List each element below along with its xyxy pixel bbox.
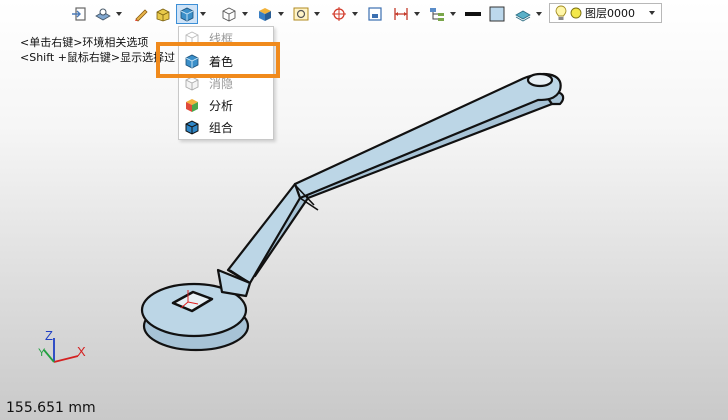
view-orient-group[interactable] [92,4,122,24]
target-group[interactable] [328,4,358,24]
wireframe-cube-icon[interactable] [218,4,240,24]
chevron-down-icon[interactable] [536,12,542,16]
exit-tool-group[interactable] [68,4,90,24]
menu-item-analysis[interactable]: 分析 [179,94,273,116]
pencil-icon[interactable] [130,4,152,24]
layer-name: 图层0000 [585,7,635,20]
lightbulb-icon[interactable] [555,5,567,21]
material-layer-icon[interactable] [512,4,534,24]
color-swatch-tool[interactable] [486,4,508,24]
view-toolbar: 图层0000 [0,0,728,28]
pencil-tool[interactable] [130,4,152,24]
axis-y-label: Y [38,347,46,359]
display-mode-group[interactable] [176,4,206,24]
shaded-edge-tool[interactable] [152,4,174,24]
chevron-down-icon[interactable] [200,12,206,16]
line-style-icon[interactable] [462,4,484,24]
view-cube-icon[interactable] [254,4,276,24]
chevron-down-icon[interactable] [242,12,248,16]
highlight-box [156,42,280,78]
origin-triad [180,290,199,309]
menu-item-combined[interactable]: 组合 [179,116,273,138]
zoom-fit-icon[interactable] [290,4,312,24]
layer-color-dot-icon [570,7,582,19]
color-swatch-icon[interactable] [486,4,508,24]
axis-z-label: Z [45,328,53,343]
wireframe-group[interactable] [218,4,248,24]
view-cube-group[interactable] [254,4,284,24]
dimension-group[interactable] [390,4,420,24]
analysis-cube-icon [183,96,201,114]
shaded-cube-icon[interactable] [176,4,198,24]
chevron-down-icon[interactable] [314,12,320,16]
zoom-fit-group[interactable] [290,4,320,24]
axis-x-label: X [77,344,86,359]
chevron-down-icon[interactable] [352,12,358,16]
dimension-icon[interactable] [390,4,412,24]
menu-item-label: 组合 [209,120,234,135]
chevron-down-icon[interactable] [116,12,122,16]
shaded-box-icon[interactable] [152,4,174,24]
combined-cube-icon [183,118,201,136]
layer-selector[interactable]: 图层0000 [549,3,662,23]
chevron-down-icon[interactable] [278,12,284,16]
hint-shift-right-click: <Shift +鼠标右键>显示选择过 [20,51,176,64]
chevron-down-icon[interactable] [414,12,420,16]
tree-group[interactable] [426,4,456,24]
hint-right-click: <单击右键>环境相关选项 [20,36,149,49]
section-view-icon[interactable] [364,4,386,24]
line-style-tool[interactable] [462,4,484,24]
exit-icon[interactable] [68,4,90,24]
measurement-readout: 155.651 mm [6,400,96,416]
section-view-tool[interactable] [364,4,386,24]
chevron-down-icon[interactable] [450,12,456,16]
chevron-down-icon[interactable] [649,11,655,15]
menu-item-label: 分析 [209,98,234,113]
tree-structure-icon[interactable] [426,4,448,24]
view-orient-icon[interactable] [92,4,114,24]
material-group[interactable] [512,4,542,24]
axis-indicator: Z X Y [38,328,86,363]
crosshair-icon[interactable] [328,4,350,24]
